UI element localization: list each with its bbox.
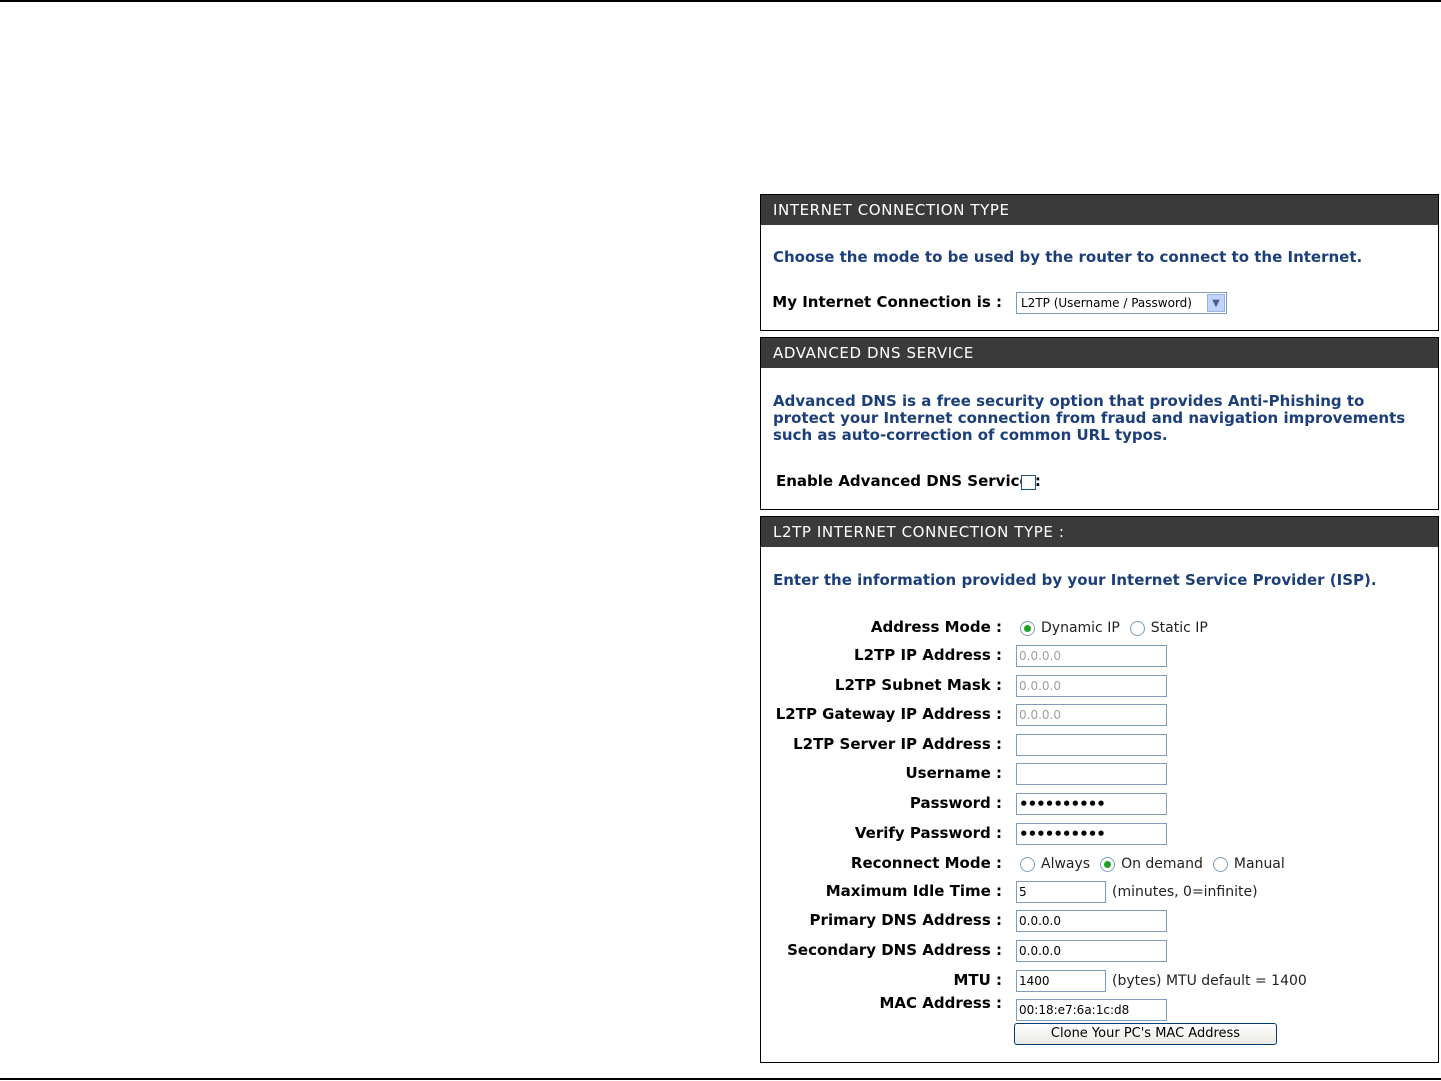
l2tp-subnet-row: L2TP Subnet Mask : 0.0.0.0 — [761, 674, 1438, 698]
address-mode-dynamic-label: Dynamic IP — [1041, 620, 1120, 636]
username-label: Username : — [905, 764, 1002, 782]
connection-type-select[interactable]: L2TP (Username / Password) ▼ — [1016, 292, 1227, 314]
mac-address-row: MAC Address : 00:18:e7:6a:1c:d8 — [761, 994, 1438, 1022]
username-input[interactable] — [1016, 763, 1167, 785]
mac-address-input[interactable]: 00:18:e7:6a:1c:d8 — [1016, 999, 1167, 1021]
clone-mac-button[interactable]: Clone Your PC's MAC Address — [1014, 1023, 1277, 1045]
verify-password-input[interactable]: •••••••••• — [1016, 823, 1167, 845]
internet-connection-panel: INTERNET CONNECTION TYPE Choose the mode… — [760, 194, 1439, 331]
bottom-rule — [0, 1078, 1441, 1080]
verify-password-label: Verify Password : — [854, 824, 1002, 842]
l2tp-server-input[interactable] — [1016, 734, 1167, 756]
username-row: Username : — [761, 762, 1438, 786]
advanced-dns-panel: ADVANCED DNS SERVICE Advanced DNS is a f… — [760, 337, 1439, 510]
address-mode-static-label: Static IP — [1150, 620, 1208, 636]
top-rule — [0, 0, 1441, 2]
verify-password-row: Verify Password : •••••••••• — [761, 822, 1438, 846]
chevron-down-icon[interactable]: ▼ — [1207, 294, 1225, 312]
advanced-dns-header: ADVANCED DNS SERVICE — [761, 338, 1438, 368]
mtu-hint: (bytes) MTU default = 1400 — [1112, 973, 1307, 989]
l2tp-server-label: L2TP Server IP Address : — [793, 735, 1002, 753]
l2tp-gateway-input[interactable]: 0.0.0.0 — [1016, 704, 1167, 726]
l2tp-panel: L2TP INTERNET CONNECTION TYPE : Enter th… — [760, 516, 1439, 1063]
l2tp-gateway-label: L2TP Gateway IP Address : — [775, 705, 1002, 723]
address-mode-dynamic-radio[interactable] — [1020, 620, 1035, 636]
l2tp-subnet-label: L2TP Subnet Mask : — [834, 676, 1002, 694]
reconnect-mode-label: Reconnect Mode : — [850, 854, 1002, 872]
mtu-input[interactable]: 1400 — [1016, 970, 1106, 992]
l2tp-subnet-input[interactable]: 0.0.0.0 — [1016, 675, 1167, 697]
connection-type-value: L2TP (Username / Password) — [1021, 296, 1192, 310]
l2tp-ip-input[interactable]: 0.0.0.0 — [1016, 645, 1167, 667]
reconnect-ondemand-label: On demand — [1121, 856, 1203, 872]
primary-dns-row: Primary DNS Address : 0.0.0.0 — [761, 909, 1438, 933]
password-label: Password : — [909, 794, 1002, 812]
l2tp-ip-label: L2TP IP Address : — [854, 646, 1002, 664]
connection-label: My Internet Connection is : — [772, 293, 1002, 311]
reconnect-mode-row: Reconnect Mode : Always On demand Manual — [761, 852, 1438, 876]
idle-time-input[interactable]: 5 — [1016, 881, 1106, 903]
idle-time-label: Maximum Idle Time : — [825, 882, 1002, 900]
secondary-dns-label: Secondary DNS Address : — [787, 941, 1002, 959]
address-mode-row: Address Mode : Dynamic IP Static IP — [761, 616, 1438, 640]
internet-connection-header: INTERNET CONNECTION TYPE — [761, 195, 1438, 225]
advanced-dns-checkbox[interactable] — [1021, 474, 1036, 490]
primary-dns-label: Primary DNS Address : — [809, 911, 1002, 929]
mtu-row: MTU : 1400 (bytes) MTU default = 1400 — [761, 969, 1438, 993]
password-input[interactable]: •••••••••• — [1016, 793, 1167, 815]
advanced-dns-description: Advanced DNS is a free security option t… — [773, 392, 1406, 444]
internet-connection-description: Choose the mode to be used by the router… — [773, 248, 1363, 266]
l2tp-gateway-row: L2TP Gateway IP Address : 0.0.0.0 — [761, 703, 1438, 727]
reconnect-manual-radio[interactable] — [1212, 856, 1228, 872]
secondary-dns-input[interactable]: 0.0.0.0 — [1016, 940, 1167, 962]
mtu-label: MTU : — [953, 971, 1002, 989]
address-mode-static-radio[interactable] — [1129, 620, 1145, 636]
advanced-dns-label: Enable Advanced DNS Service : — [776, 472, 1041, 490]
reconnect-ondemand-radio[interactable] — [1100, 856, 1116, 872]
advanced-dns-row: Enable Advanced DNS Service : — [761, 470, 1438, 494]
reconnect-always-label: Always — [1041, 856, 1091, 872]
password-row: Password : •••••••••• — [761, 792, 1438, 816]
idle-time-row: Maximum Idle Time : 5 (minutes, 0=infini… — [761, 880, 1438, 904]
idle-time-hint: (minutes, 0=infinite) — [1112, 884, 1258, 900]
l2tp-ip-row: L2TP IP Address : 0.0.0.0 — [761, 644, 1438, 668]
address-mode-label: Address Mode : — [870, 618, 1002, 636]
connection-row: My Internet Connection is : L2TP (Userna… — [761, 291, 1438, 315]
primary-dns-input[interactable]: 0.0.0.0 — [1016, 910, 1167, 932]
reconnect-always-radio[interactable] — [1020, 856, 1035, 872]
l2tp-server-row: L2TP Server IP Address : — [761, 733, 1438, 757]
secondary-dns-row: Secondary DNS Address : 0.0.0.0 — [761, 939, 1438, 963]
l2tp-description: Enter the information provided by your I… — [773, 571, 1377, 589]
l2tp-header: L2TP INTERNET CONNECTION TYPE : — [761, 517, 1438, 547]
reconnect-manual-label: Manual — [1233, 856, 1285, 872]
mac-address-label: MAC Address : — [879, 994, 1003, 1012]
